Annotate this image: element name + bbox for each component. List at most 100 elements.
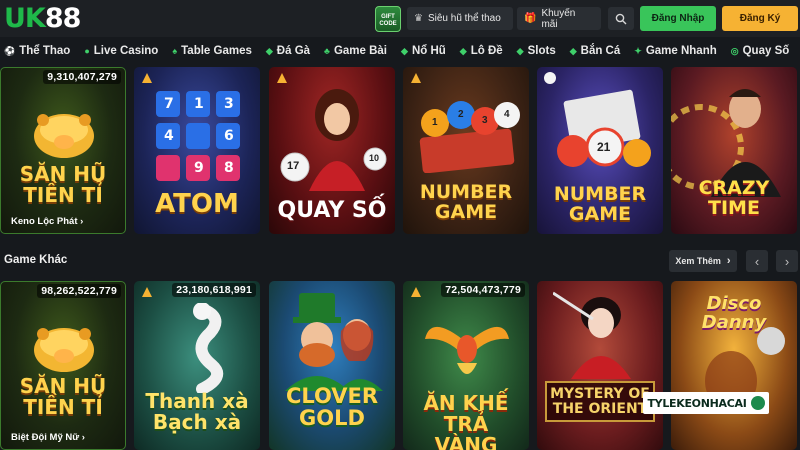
game-card-crazy-time[interactable]: CRAZY TIME [671, 67, 797, 234]
sports-jackpot-button[interactable]: ♛ Siêu hũ thể thao [407, 7, 513, 30]
chevron-left-icon: ‹ [754, 253, 760, 269]
ball-number: 21 [597, 140, 611, 154]
slot-icon: ◆ [516, 45, 524, 56]
logo-text-part2: 88 [44, 2, 82, 34]
game-card-san-hu-keno[interactable]: 9,310,407,279 SĂN HŨ TIỀN TỈ Keno Lộc Ph… [0, 67, 126, 234]
jackpot-counter: 72,504,473,779 [441, 283, 525, 297]
piggy-bank-icon [34, 328, 94, 372]
game-card-quay-so[interactable]: 17 10 QUAY SỐ [269, 67, 395, 234]
ball-number: 2 [458, 109, 464, 120]
game-title: SĂN HŨ TIỀN TỈ [19, 162, 107, 207]
game-card-number-game-1[interactable]: 1 2 3 4 NUMBER GAME [403, 67, 529, 234]
game-title: Disco Danny [701, 293, 767, 333]
nav-item-label: Game Nhanh [645, 45, 717, 57]
jackpot-counter: 98,262,522,779 [37, 284, 121, 298]
logo-text-part1: UK [4, 2, 46, 34]
trophy-icon: ♛ [414, 13, 423, 24]
see-more-label: Xem Thêm [675, 256, 721, 266]
game-card-mystery-of-the-orient[interactable]: MYSTERY OF THE ORIENT [537, 281, 663, 450]
soccer-icon: ⚽ [4, 45, 16, 56]
category-nav: ⚽ Thể Thao ● Live Casino ♠ Table Games ◆ Đá … [0, 39, 800, 63]
white-snake-illustration [193, 303, 224, 393]
live-icon: ● [84, 46, 90, 56]
nav-item-sports[interactable]: ⚽ Thể Thao [4, 45, 70, 57]
nav-item-slots[interactable]: ◆ Slots [517, 45, 556, 57]
login-button[interactable]: Đăng Nhập [640, 6, 716, 31]
phoenix-illustration [425, 326, 509, 374]
promotions-label: Khuyến mãi [541, 7, 576, 30]
see-more-button[interactable]: Xem Thêm › [669, 250, 737, 272]
nav-item-fast-games[interactable]: ✦ Game Nhanh [634, 45, 716, 57]
nav-item-jackpot[interactable]: ◆ Nổ Hũ [401, 45, 446, 57]
nav-item-live-casino[interactable]: ● Live Casino [84, 45, 158, 57]
carousel-next-button[interactable]: › [776, 250, 798, 272]
soccer-ball-icon [750, 396, 765, 410]
jackpot-counter: 9,310,407,279 [43, 70, 121, 84]
provider-badge-icon [411, 73, 421, 83]
game-title: NUMBER GAME [553, 183, 647, 225]
game-caption[interactable]: Biệt Đội Mỹ Nữ › [11, 432, 85, 443]
game-card-atom[interactable]: 7 1 3 4 6 9 8 ATOM [134, 67, 260, 234]
cards-icon: ♣ [324, 46, 330, 56]
nav-item-lucky-draw[interactable]: ◎ Quay Số [731, 45, 790, 57]
tile-number: 1 [194, 96, 204, 112]
jackpot-counter: 23,180,618,991 [172, 283, 256, 297]
watermark-text: TYLEKEONHACAI [647, 396, 747, 410]
sports-jackpot-label: Siêu hũ thể thao [427, 13, 501, 24]
search-button[interactable] [608, 7, 634, 30]
page: UK 88 GIFT CODE ♛ Siêu hũ thể thao 🎁 Khu… [0, 0, 800, 450]
nav-item-label: Thể Thao [19, 45, 71, 57]
carousel-prev-button[interactable]: ‹ [746, 250, 768, 272]
gift-code-button[interactable]: GIFT CODE [375, 6, 401, 32]
nav-item-label: Lô Đề [470, 45, 503, 57]
provider-badge-icon [142, 287, 152, 297]
game-caption[interactable]: Keno Lộc Phát › [11, 216, 83, 227]
game-title: CLOVER GOLD [285, 384, 379, 431]
chevron-right-icon: › [784, 253, 790, 269]
cards-icon: ♠ [172, 46, 178, 56]
game-card-disco-danny[interactable]: Disco Danny [671, 281, 797, 450]
game-card-thanh-xa-bach-xa[interactable]: 23,180,618,991 Thanh xà Bạch xà [134, 281, 260, 450]
leprechaun-illustration [285, 293, 383, 391]
game-card-san-hu-biet-doi[interactable]: 98,262,522,779 SĂN HŨ TIỀN TỈ Biệt Đội M… [0, 281, 126, 450]
lottery-icon: ◆ [459, 45, 467, 56]
nav-item-table-games[interactable]: ♠ Table Games [172, 45, 252, 57]
game-title: ĂN KHẾ TRẢ VÀNG [423, 391, 509, 450]
ball-number: 1 [432, 117, 438, 128]
nav-item-cockfight[interactable]: ◆ Đá Gà [266, 45, 310, 57]
tile-number: 7 [164, 96, 174, 112]
nav-item-label: Live Casino [93, 45, 159, 57]
rooster-icon: ◆ [265, 45, 273, 56]
nav-item-label: Nổ Hũ [411, 45, 446, 57]
nav-item-lottery[interactable]: ◆ Lô Đề [460, 45, 503, 57]
game-title: NUMBER GAME [419, 181, 513, 223]
nav-item-label: Game Bài [333, 45, 388, 57]
register-button[interactable]: Đăng Ký [722, 6, 798, 31]
wheel-icon: ◎ [730, 45, 739, 56]
nav-item-fishing[interactable]: ◆ Bắn Cá [570, 45, 621, 57]
piggy-bank-icon [34, 114, 94, 158]
nav-item-card-games[interactable]: ♣ Game Bài [324, 45, 387, 57]
game-card-clover-gold[interactable]: CLOVER GOLD [269, 281, 395, 450]
nav-item-label: Bắn Cá [580, 45, 621, 57]
game-card-an-khe-tra-vang[interactable]: 72,504,473,779 ĂN KHẾ TRẢ VÀNG [403, 281, 529, 450]
provider-badge-icon [411, 287, 421, 297]
tile-number: 3 [224, 96, 234, 112]
tile-number: 6 [224, 128, 234, 144]
provider-badge-icon [142, 73, 152, 83]
tile-number: 9 [194, 160, 204, 176]
ball-number: 4 [504, 109, 510, 120]
game-title: ATOM [155, 189, 239, 219]
top-header: UK 88 GIFT CODE ♛ Siêu hũ thể thao 🎁 Khu… [0, 0, 800, 37]
ball-number: 10 [369, 153, 380, 163]
watermark-badge: TYLEKEONHACAI [643, 392, 769, 414]
lottery-ball-labels: 1 2 3 4 [411, 93, 523, 173]
promotions-button[interactable]: 🎁 Khuyến mãi [517, 7, 601, 30]
site-logo[interactable]: UK 88 [4, 2, 82, 34]
provider-badge-icon [277, 73, 287, 83]
fish-icon: ◆ [569, 45, 577, 56]
search-icon [615, 13, 627, 24]
game-title: MYSTERY OF THE ORIENT [545, 381, 655, 423]
lightning-icon: ✦ [634, 45, 642, 56]
game-card-number-game-2[interactable]: 21 NUMBER GAME [537, 67, 663, 234]
